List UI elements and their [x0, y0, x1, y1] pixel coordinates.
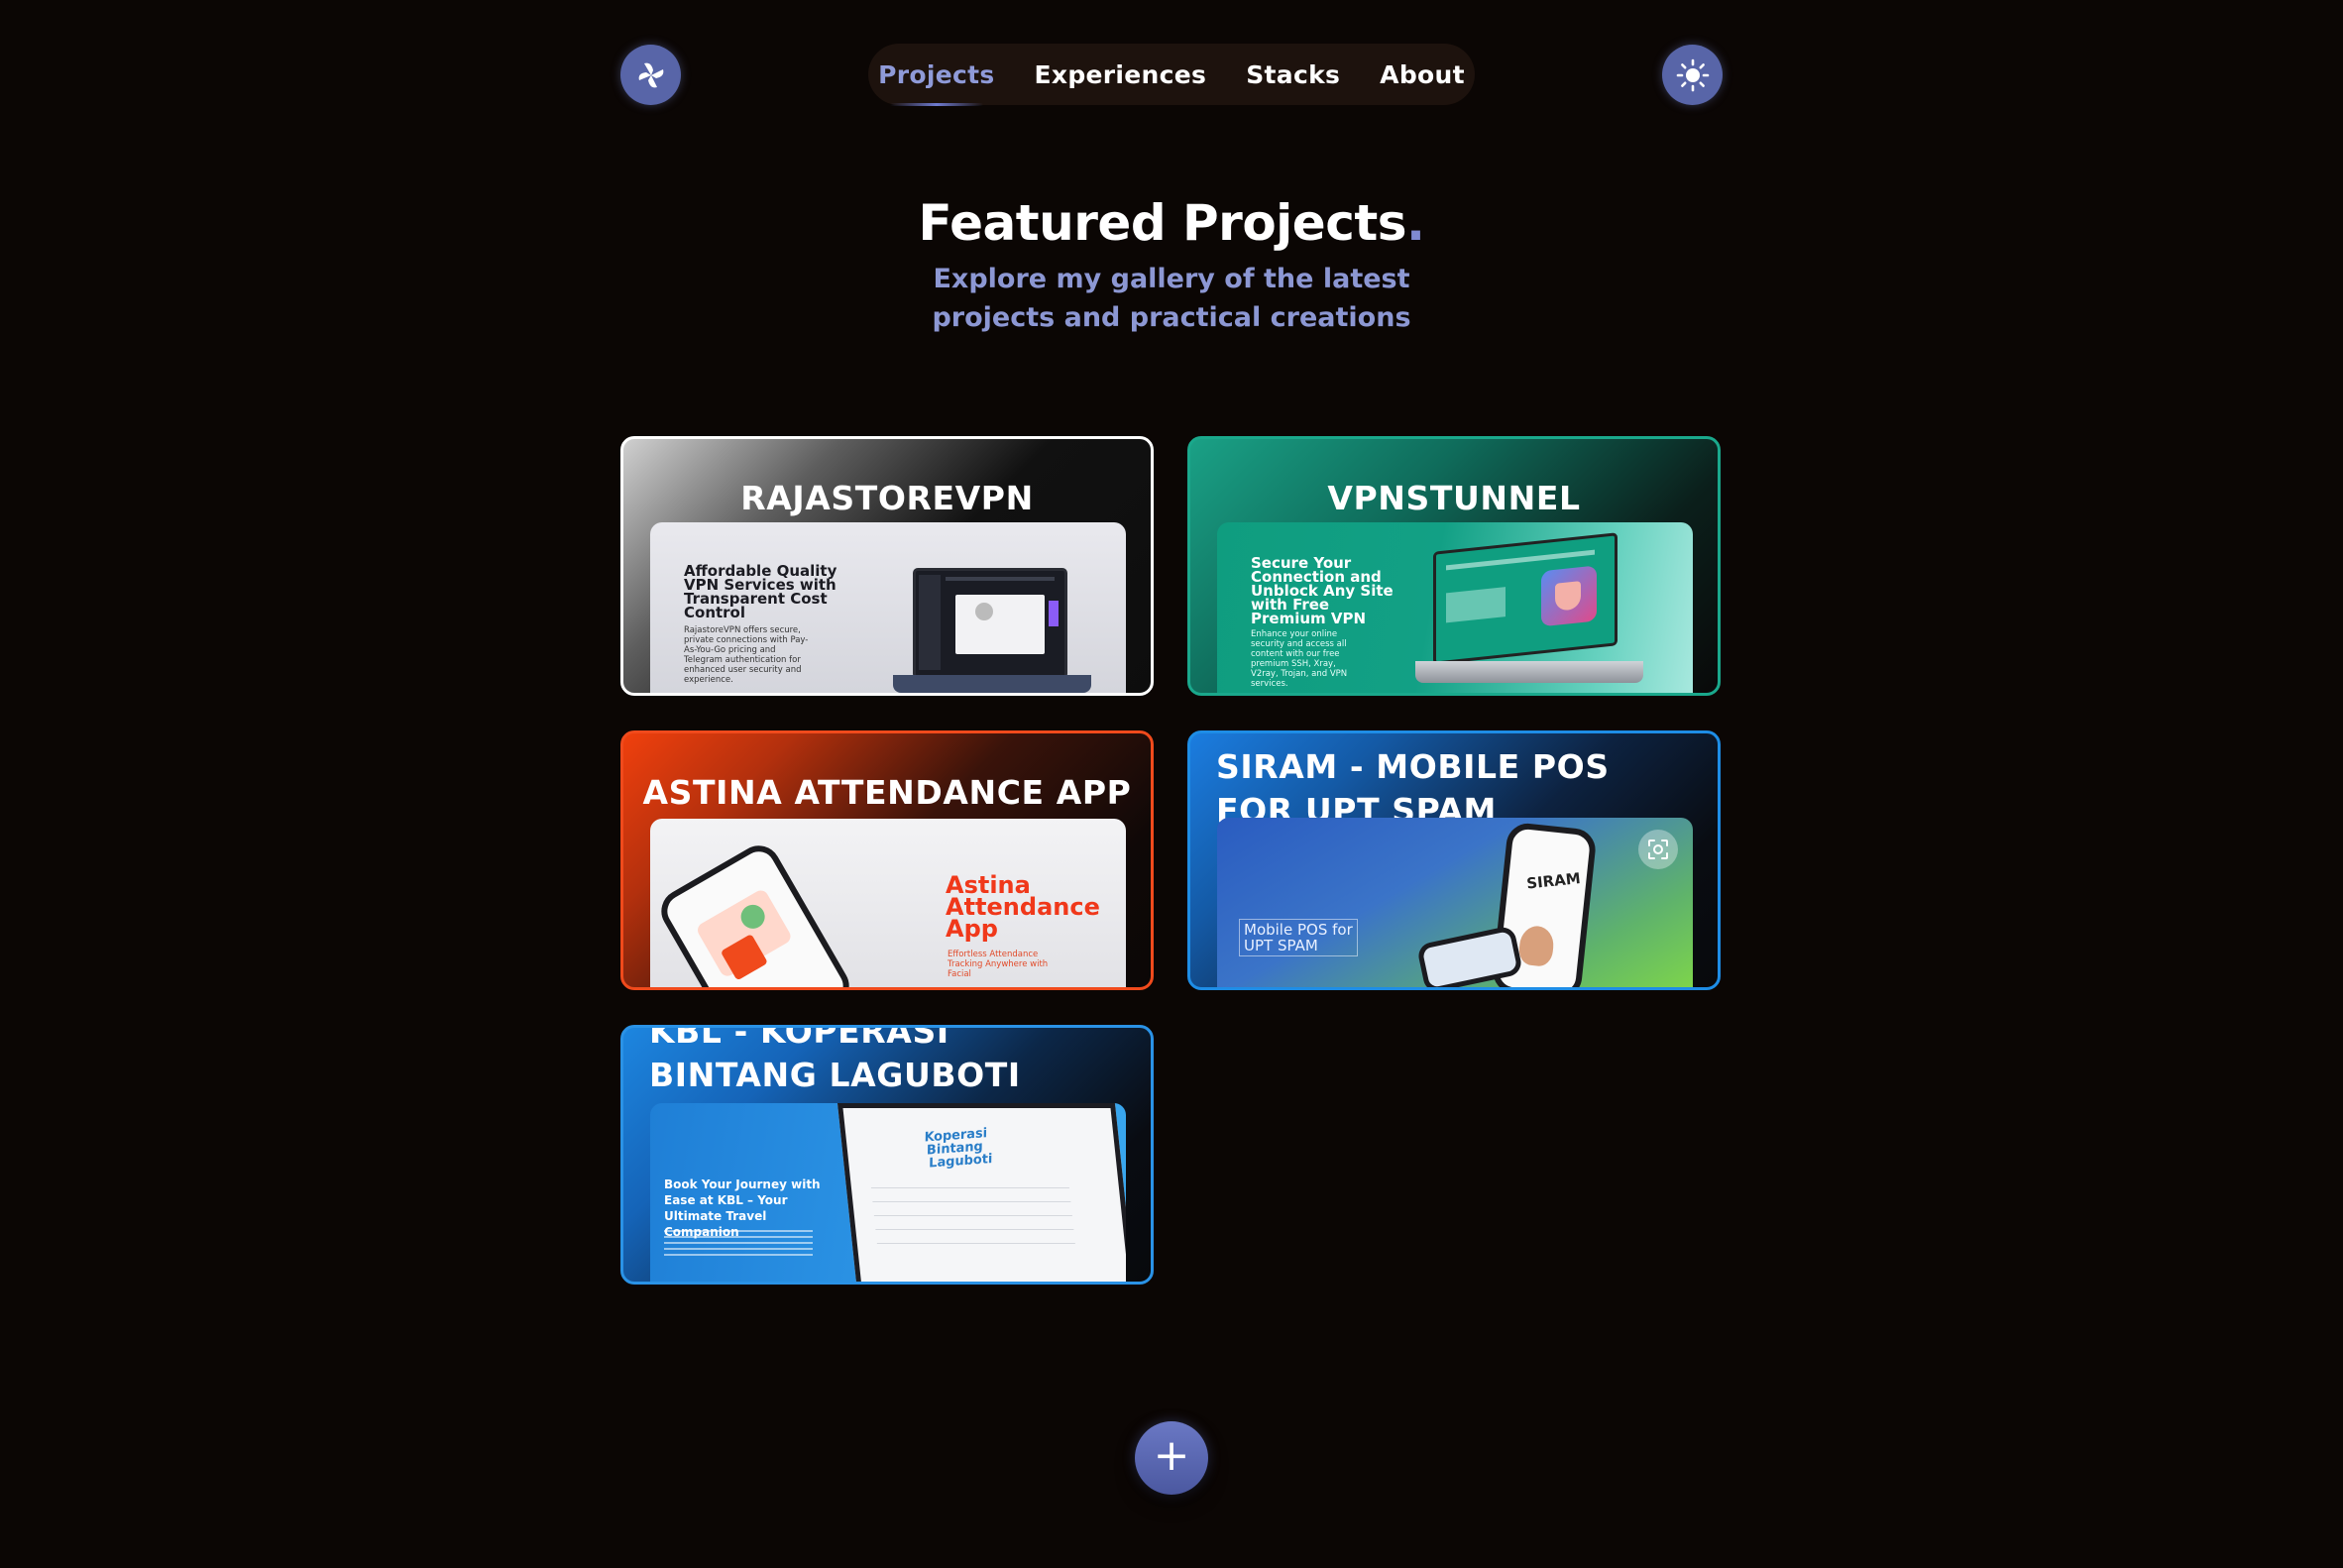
project-preview-image: Book Your Journey with Ease at KBL – You…: [650, 1103, 1126, 1282]
project-card-astina-attendance-app[interactable]: ASTINA ATTENDANCE APP Astina Attendance …: [620, 730, 1154, 990]
preview-headline: Astina Attendance App: [946, 871, 1100, 943]
preview-phone-text: SIRAM: [1525, 869, 1582, 893]
nav-item-about[interactable]: About: [1380, 60, 1465, 89]
preview-body: Effortless Attendance Tracking Anywhere …: [948, 950, 1049, 979]
project-preview-image: Mobile POS for UPT SPAM SIRAM: [1217, 818, 1693, 987]
project-card-siram[interactable]: SIRAM - MOBILE POS FOR UPT SPAM Mobile P…: [1187, 730, 1721, 990]
preview-headline: Affordable Quality VPN Services with Tra…: [684, 562, 837, 621]
project-title: ASTINA ATTENDANCE APP: [642, 773, 1132, 812]
preview-headline: Secure Your Connection and Unblock Any S…: [1251, 554, 1394, 627]
project-card-rajastorevpn[interactable]: RAJASTOREVPN Affordable Quality VPN Serv…: [620, 436, 1154, 696]
preview-body: RajastoreVPN offers secure, private conn…: [684, 625, 809, 685]
project-title: RAJASTOREVPN: [740, 479, 1034, 517]
project-preview-image: Secure Your Connection and Unblock Any S…: [1217, 522, 1693, 693]
title-dot: .: [1406, 194, 1425, 252]
logo-button[interactable]: [620, 45, 681, 105]
project-card-vpnstunnel[interactable]: VPNSTUNNEL Secure Your Connection and Un…: [1187, 436, 1721, 696]
project-card-kbl[interactable]: KBL - KOPERASI BINTANG LAGUBOTI Book You…: [620, 1025, 1154, 1285]
main-nav: Projects Experiences Stacks About: [868, 44, 1475, 106]
preview-headline: Mobile POS for UPT SPAM: [1239, 919, 1358, 956]
project-title: KBL - KOPERASI BINTANG LAGUBOTI: [649, 1025, 1021, 1094]
theme-toggle-button[interactable]: [1662, 45, 1723, 105]
page-title: Featured Projects.: [918, 194, 1425, 252]
project-title: VPNSTUNNEL: [1327, 479, 1581, 517]
add-project-button[interactable]: +: [1135, 1421, 1208, 1495]
sun-icon: [1676, 58, 1709, 91]
pinwheel-logo-icon: [638, 62, 663, 87]
phone-mockup: [653, 838, 857, 987]
plus-icon: +: [1153, 1430, 1190, 1481]
laptop-mockup: [1433, 532, 1618, 665]
nav-item-experiences[interactable]: Experiences: [1035, 60, 1207, 89]
page-subtitle: Explore my gallery of the latest project…: [932, 264, 1411, 333]
preview-body: Enhance your online security and access …: [1251, 629, 1348, 689]
scan-icon[interactable]: [1638, 830, 1678, 869]
nav-item-stacks[interactable]: Stacks: [1246, 60, 1340, 89]
tablet-mockup: Koperasi Bintang Laguboti: [837, 1103, 1126, 1282]
project-preview-image: Astina Attendance App Effortless Attenda…: [650, 819, 1126, 987]
nav-item-projects[interactable]: Projects: [878, 60, 994, 106]
preview-brand: Koperasi Bintang Laguboti: [923, 1126, 994, 1172]
project-preview-image: Affordable Quality VPN Services with Tra…: [650, 522, 1126, 693]
laptop-mockup: [913, 568, 1067, 679]
